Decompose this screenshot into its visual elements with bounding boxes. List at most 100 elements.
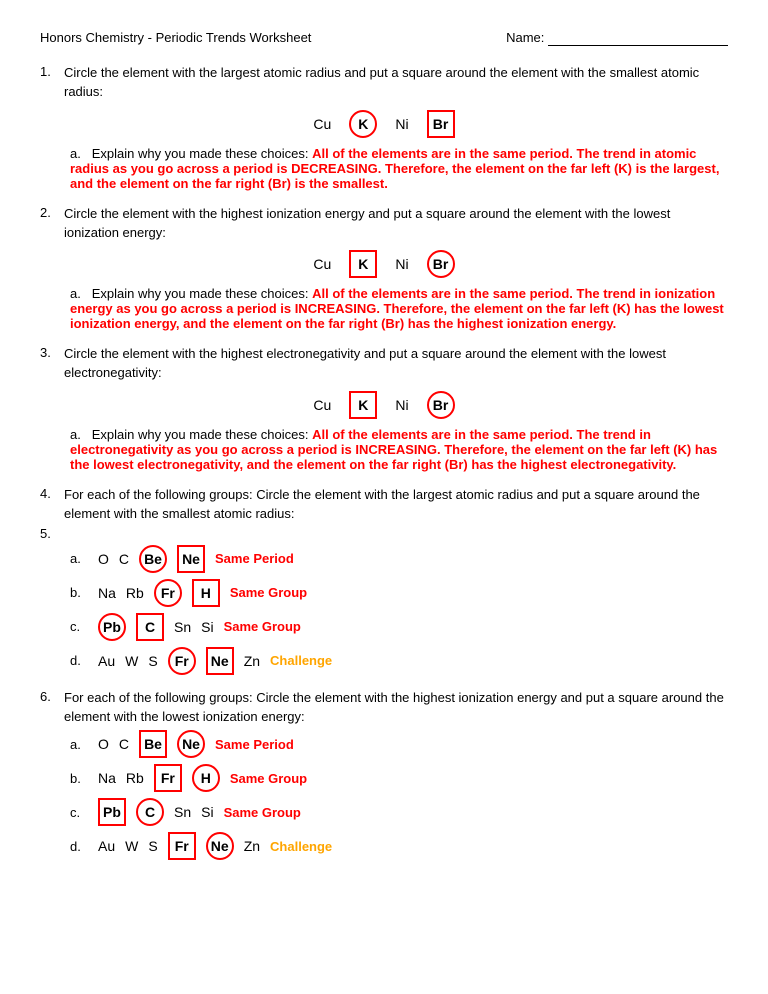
q5-num: 5. xyxy=(40,526,58,541)
name-field: Name: xyxy=(506,30,728,46)
el-H-square-4b: H xyxy=(192,579,220,607)
el-Zn-4d: Zn xyxy=(244,653,260,669)
el-C-circle-6c: C xyxy=(136,798,164,826)
q2-num: 2. xyxy=(40,205,58,220)
el-Pb-square-6c: Pb xyxy=(98,798,126,826)
q2-elements: Cu K Ni Br xyxy=(40,250,728,278)
el-C-6a: C xyxy=(119,736,129,752)
name-line xyxy=(548,30,728,46)
q1-explain-intro: Explain why you made these choices: xyxy=(92,146,312,161)
q4b-label: b. xyxy=(70,585,88,600)
q4a-tag: Same Period xyxy=(215,551,294,566)
q1-num: 1. xyxy=(40,64,58,79)
q6-sub-a: a. O C Be Ne Same Period xyxy=(70,730,728,758)
q2-text: Circle the element with the highest ioni… xyxy=(64,205,728,243)
question-4: 4. For each of the following groups: Cir… xyxy=(40,486,728,675)
el-Na-4b: Na xyxy=(98,585,116,601)
question-2: 2. Circle the element with the highest i… xyxy=(40,205,728,332)
q2-explain-intro: Explain why you made these choices: xyxy=(92,286,312,301)
q4-sub-d: d. Au W S Fr Ne Zn Challenge xyxy=(70,647,728,675)
el-cu: Cu xyxy=(313,116,331,132)
el-br-circle-2: Br xyxy=(427,250,455,278)
el-Ne-circle-6d: Ne xyxy=(206,832,234,860)
el-Au-6d: Au xyxy=(98,838,115,854)
q2-explain-label: a. xyxy=(70,286,88,301)
q6-sub-c: c. Pb C Sn Si Same Group xyxy=(70,798,728,826)
el-O-6a: O xyxy=(98,736,109,752)
el-k-circle: K xyxy=(349,110,377,138)
question-3: 3. Circle the element with the highest e… xyxy=(40,345,728,472)
q6a-label: a. xyxy=(70,737,88,752)
el-cu-2: Cu xyxy=(313,256,331,272)
el-Fr-circle-4b: Fr xyxy=(154,579,182,607)
el-Be-square-6a: Be xyxy=(139,730,167,758)
el-Fr-square-6b: Fr xyxy=(154,764,182,792)
el-ni: Ni xyxy=(395,116,408,132)
q3-line: 3. Circle the element with the highest e… xyxy=(40,345,728,383)
q3-explain-label: a. xyxy=(70,427,88,442)
el-k-square-2: K xyxy=(349,250,377,278)
question-6: 6. For each of the following groups: Cir… xyxy=(40,689,728,861)
el-C-square-4c: C xyxy=(136,613,164,641)
q4d-label: d. xyxy=(70,653,88,668)
q5-line: 5. xyxy=(40,526,728,541)
q2-explain: a. Explain why you made these choices: A… xyxy=(70,286,728,331)
q6-num: 6. xyxy=(40,689,58,704)
q6a-elements: O C Be Ne xyxy=(98,730,205,758)
q1-elements: Cu K Ni Br xyxy=(40,110,728,138)
q6d-elements: Au W S Fr Ne Zn xyxy=(98,832,260,860)
q6c-elements: Pb C Sn Si xyxy=(98,798,214,826)
q6b-elements: Na Rb Fr H xyxy=(98,764,220,792)
q6-sub-list: a. O C Be Ne Same Period b. Na Rb Fr H S… xyxy=(70,730,728,860)
q4d-elements: Au W S Fr Ne Zn xyxy=(98,647,260,675)
el-Au-4d: Au xyxy=(98,653,115,669)
q4-sub-b: b. Na Rb Fr H Same Group xyxy=(70,579,728,607)
q3-elements: Cu K Ni Br xyxy=(40,391,728,419)
q1-text: Circle the element with the largest atom… xyxy=(64,64,728,102)
q6d-label: d. xyxy=(70,839,88,854)
q1-explain-label: a. xyxy=(70,146,88,161)
el-Fr-square-6d: Fr xyxy=(168,832,196,860)
q4b-elements: Na Rb Fr H xyxy=(98,579,220,607)
el-W-6d: W xyxy=(125,838,138,854)
q4c-label: c. xyxy=(70,619,88,634)
q4a-label: a. xyxy=(70,551,88,566)
q6b-tag: Same Group xyxy=(230,771,307,786)
el-S-6d: S xyxy=(148,838,157,854)
el-br-circle-3: Br xyxy=(427,391,455,419)
el-k-square-3: K xyxy=(349,391,377,419)
q1-line: 1. Circle the element with the largest a… xyxy=(40,64,728,102)
el-O-4a: O xyxy=(98,551,109,567)
el-H-circle-6b: H xyxy=(192,764,220,792)
q3-text: Circle the element with the highest elec… xyxy=(64,345,728,383)
q3-num: 3. xyxy=(40,345,58,360)
q6c-tag: Same Group xyxy=(224,805,301,820)
q4c-elements: Pb C Sn Si xyxy=(98,613,214,641)
el-C-4a: C xyxy=(119,551,129,567)
page-header: Honors Chemistry - Periodic Trends Works… xyxy=(40,30,728,46)
q4-sub-a: a. O C Be Ne Same Period xyxy=(70,545,728,573)
q4-line: 4. For each of the following groups: Cir… xyxy=(40,486,728,524)
q4c-tag: Same Group xyxy=(224,619,301,634)
el-Sn-4c: Sn xyxy=(174,619,191,635)
q6-text: For each of the following groups: Circle… xyxy=(64,689,728,727)
el-br-square: Br xyxy=(427,110,455,138)
q6c-label: c. xyxy=(70,805,88,820)
el-W-4d: W xyxy=(125,653,138,669)
q1-explain: a. Explain why you made these choices: A… xyxy=(70,146,728,191)
el-Zn-6d: Zn xyxy=(244,838,260,854)
el-Pb-circle-4c: Pb xyxy=(98,613,126,641)
el-Be-circle-4a: Be xyxy=(139,545,167,573)
name-label: Name: xyxy=(506,30,544,45)
el-Ne-square-4d: Ne xyxy=(206,647,234,675)
q4-sub-list: a. O C Be Ne Same Period b. Na Rb Fr H S… xyxy=(70,545,728,675)
el-cu-3: Cu xyxy=(313,397,331,413)
q6-sub-d: d. Au W S Fr Ne Zn Challenge xyxy=(70,832,728,860)
worksheet-title: Honors Chemistry - Periodic Trends Works… xyxy=(40,30,311,45)
el-Fr-circle-4d: Fr xyxy=(168,647,196,675)
q6-line: 6. For each of the following groups: Cir… xyxy=(40,689,728,727)
question-1: 1. Circle the element with the largest a… xyxy=(40,64,728,191)
el-Sn-6c: Sn xyxy=(174,804,191,820)
q3-explain: a. Explain why you made these choices: A… xyxy=(70,427,728,472)
el-Ne-square-4a: Ne xyxy=(177,545,205,573)
